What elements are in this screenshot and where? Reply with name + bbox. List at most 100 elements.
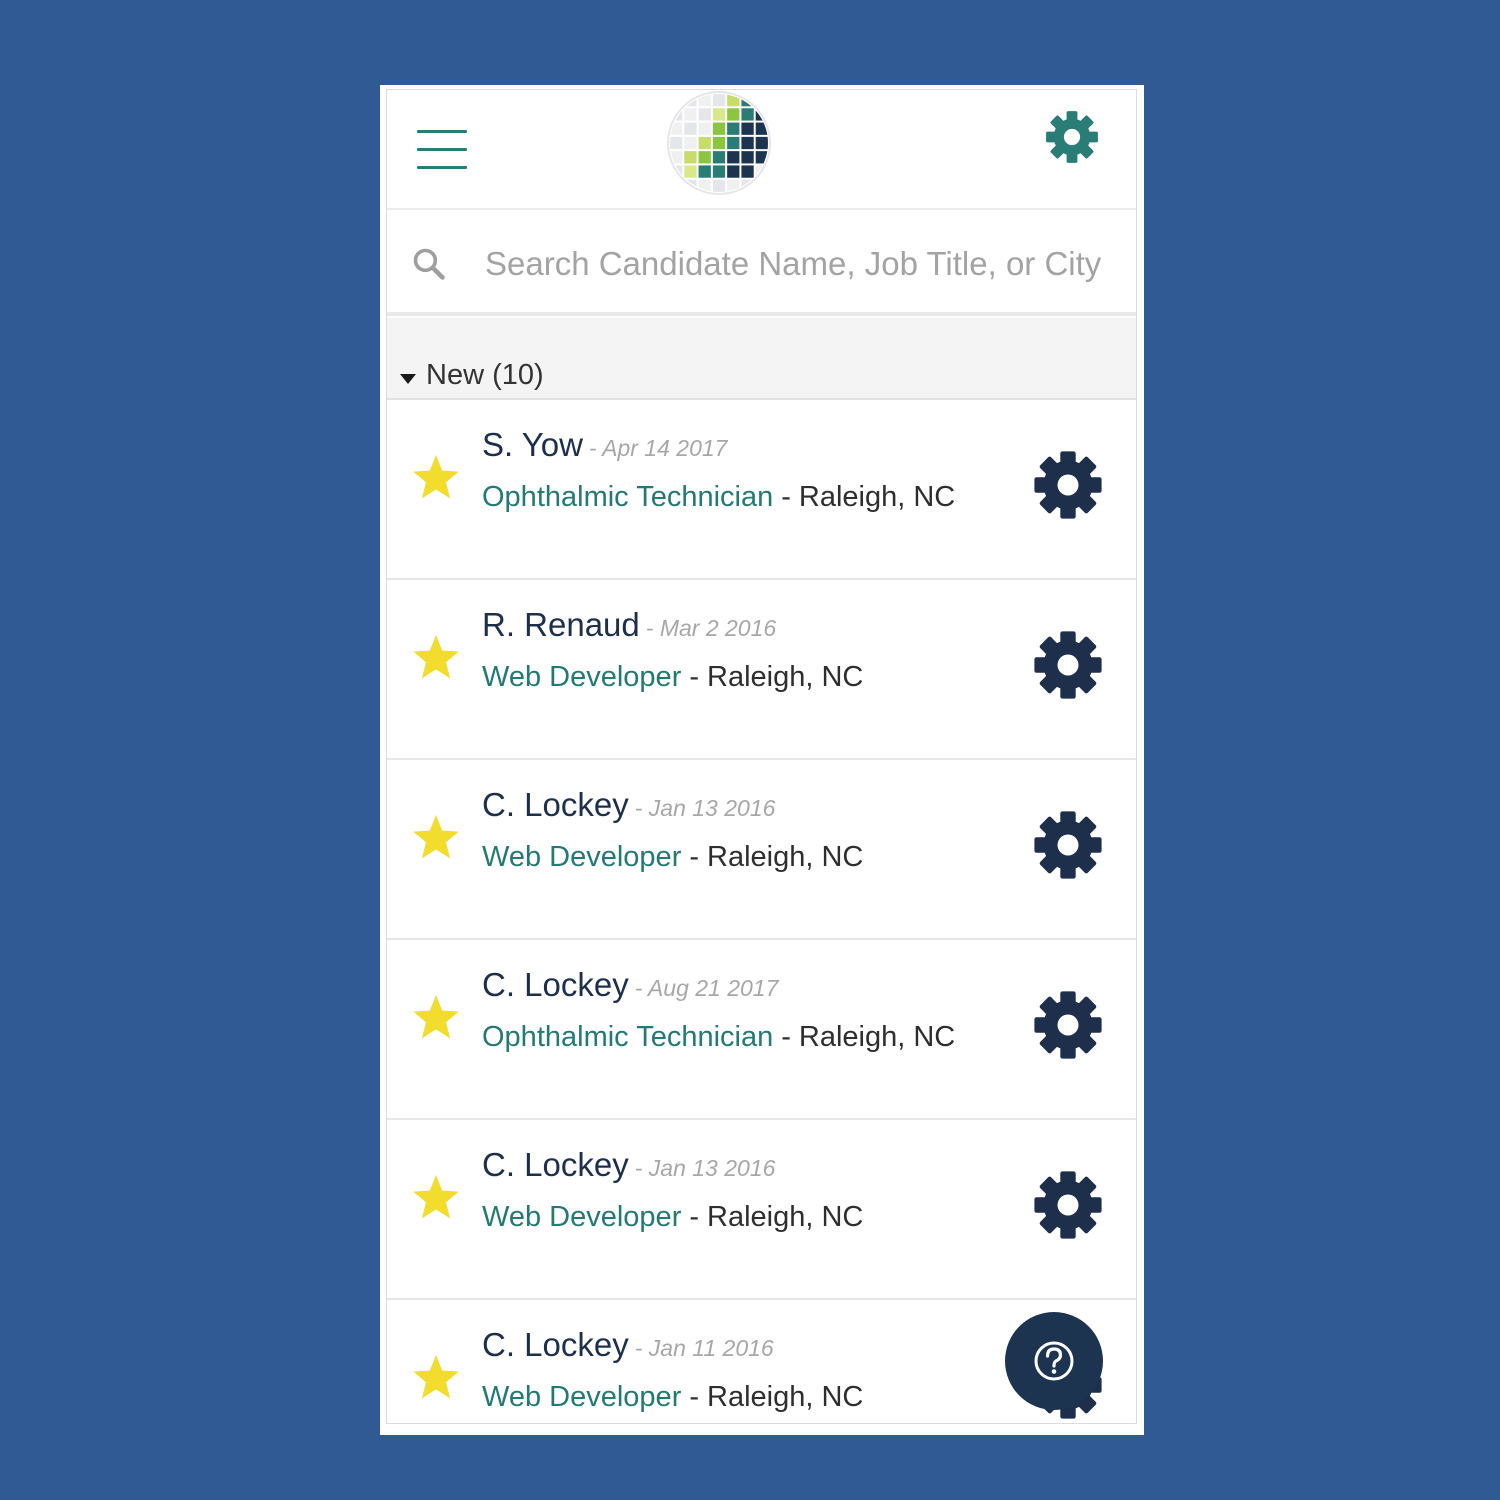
caret-down-icon <box>400 374 416 384</box>
logo-tile <box>741 122 754 135</box>
job-city: Raleigh, NC <box>798 481 956 513</box>
candidate-job-line: Web Developer - Raleigh, NC <box>482 1203 863 1232</box>
logo-tile <box>741 108 754 121</box>
logo-tile <box>684 122 697 135</box>
logo-tile <box>755 151 768 164</box>
logo-tile <box>670 136 683 150</box>
candidate-date: - Jan 13 2016 <box>634 1155 776 1181</box>
gear-icon[interactable] <box>1045 110 1099 164</box>
logo-tile <box>727 151 740 164</box>
job-separator: - <box>781 1021 791 1053</box>
logo-tile <box>670 94 683 107</box>
candidate-job-line: Ophthalmic Technician - Raleigh, NC <box>482 483 955 512</box>
logo-tile <box>712 179 726 192</box>
candidate-date: - Jan 13 2016 <box>634 795 776 821</box>
job-title-link[interactable]: Ophthalmic Technician <box>482 1021 773 1053</box>
job-title-link[interactable]: Web Developer <box>482 841 681 873</box>
gear-icon[interactable] <box>1033 450 1103 520</box>
section-header-new[interactable]: New (10) <box>387 318 1136 400</box>
search-bar <box>387 212 1136 316</box>
job-separator: - <box>781 481 791 513</box>
gear-icon[interactable] <box>1033 810 1103 880</box>
logo-tile <box>727 108 740 121</box>
gear-icon[interactable] <box>1033 990 1103 1060</box>
menu-bar <box>417 130 467 133</box>
logo-tile <box>712 136 726 150</box>
job-title-link[interactable]: Web Developer <box>482 661 681 693</box>
hamburger-menu-icon[interactable] <box>417 128 467 172</box>
logo-tile <box>670 165 683 178</box>
logo-tile <box>727 136 740 150</box>
logo-tile <box>755 108 768 121</box>
candidate-name[interactable]: C. Lockey <box>482 1146 629 1183</box>
logo-tile <box>712 122 726 135</box>
job-title-link[interactable]: Web Developer <box>482 1201 681 1233</box>
candidate-name[interactable]: C. Lockey <box>482 1326 629 1363</box>
logo-tile <box>684 94 697 107</box>
candidate-job-line: Web Developer - Raleigh, NC <box>482 843 863 872</box>
logo-tile <box>727 179 740 192</box>
job-separator: - <box>689 1201 700 1233</box>
job-city: Raleigh, NC <box>707 1381 864 1413</box>
candidate-name-line: C. Lockey - Aug 21 2017 <box>482 968 778 1001</box>
logo-tile <box>698 122 711 135</box>
candidate-name[interactable]: C. Lockey <box>482 966 629 1003</box>
search-icon <box>413 248 445 280</box>
logo-tile <box>684 136 697 150</box>
help-button[interactable] <box>1005 1312 1103 1410</box>
candidate-name[interactable]: R. Renaud <box>482 606 640 643</box>
logo-tile <box>698 165 711 178</box>
app-header <box>387 90 1136 210</box>
job-city: Raleigh, NC <box>707 1201 864 1233</box>
logo-tile <box>698 179 711 192</box>
star-icon[interactable] <box>411 452 461 502</box>
candidate-date: - Apr 14 2017 <box>588 435 728 461</box>
candidate-name[interactable]: S. Yow <box>482 426 583 463</box>
logo-tile <box>755 165 768 178</box>
job-separator: - <box>689 1381 700 1413</box>
gear-icon[interactable] <box>1033 1170 1103 1240</box>
candidate-name[interactable]: C. Lockey <box>482 786 629 823</box>
search-input[interactable] <box>485 232 1125 296</box>
mosaic-grid-logo <box>670 94 768 192</box>
job-title-link[interactable]: Web Developer <box>482 1381 681 1413</box>
logo-tile <box>741 94 754 107</box>
job-title-link[interactable]: Ophthalmic Technician <box>482 481 773 513</box>
candidate-row[interactable]: R. Renaud - Mar 2 2016 Web Developer - Rale… <box>387 580 1136 760</box>
star-icon[interactable] <box>411 812 461 862</box>
star-icon[interactable] <box>411 1172 461 1222</box>
logo-tile <box>670 122 683 135</box>
star-icon[interactable] <box>411 992 461 1042</box>
candidate-name-line: S. Yow - Apr 14 2017 <box>482 428 727 461</box>
logo-tile <box>712 151 726 164</box>
logo-tile <box>712 165 726 178</box>
star-icon[interactable] <box>411 632 461 682</box>
candidate-row[interactable]: C. Lockey - Jan 13 2016 Web Developer - Ral… <box>387 760 1136 940</box>
logo-tile <box>684 165 697 178</box>
logo-tile <box>684 151 697 164</box>
job-city: Raleigh, NC <box>798 1021 956 1053</box>
phone-frame: New (10) S. Yow- Apr 14 2017 Ophthalmic … <box>380 85 1144 1435</box>
logo-tile <box>727 165 740 178</box>
candidate-name-line: C. Lockey - Jan 11 2016 <box>482 1328 774 1361</box>
candidate-row[interactable]: C. Lockey - Jan 13 2016 Web Developer - Ral… <box>387 1120 1136 1300</box>
menu-bar <box>417 148 467 151</box>
job-separator: - <box>689 841 700 873</box>
candidate-date: - Aug 21 2017 <box>634 975 779 1001</box>
logo-tile <box>755 122 768 135</box>
star-icon[interactable] <box>411 1352 461 1402</box>
logo-tile <box>698 151 711 164</box>
gear-icon[interactable] <box>1033 630 1103 700</box>
candidate-row[interactable]: S. Yow - Apr 14 2017 Ophthalmic Technicia… <box>387 400 1136 580</box>
candidate-date: - Mar 2 2016 <box>645 615 777 641</box>
candidate-job-line: Web Developer - Raleigh, NC <box>482 1383 863 1412</box>
logo-tile <box>712 108 726 121</box>
app-screen: New (10) S. Yow- Apr 14 2017 Ophthalmic … <box>386 89 1137 1424</box>
candidate-row[interactable]: C. Lockey - Aug 21 2017 Ophthalmic Techni… <box>387 940 1136 1120</box>
candidate-date: - Jan 11 2016 <box>634 1335 774 1361</box>
menu-bar <box>417 166 467 169</box>
question-mark-icon <box>1034 1341 1074 1381</box>
app-logo[interactable] <box>669 93 769 193</box>
candidate-list: S. Yow - Apr 14 2017 Ophthalmic Technicia… <box>387 400 1136 1423</box>
logo-tile <box>684 108 697 121</box>
